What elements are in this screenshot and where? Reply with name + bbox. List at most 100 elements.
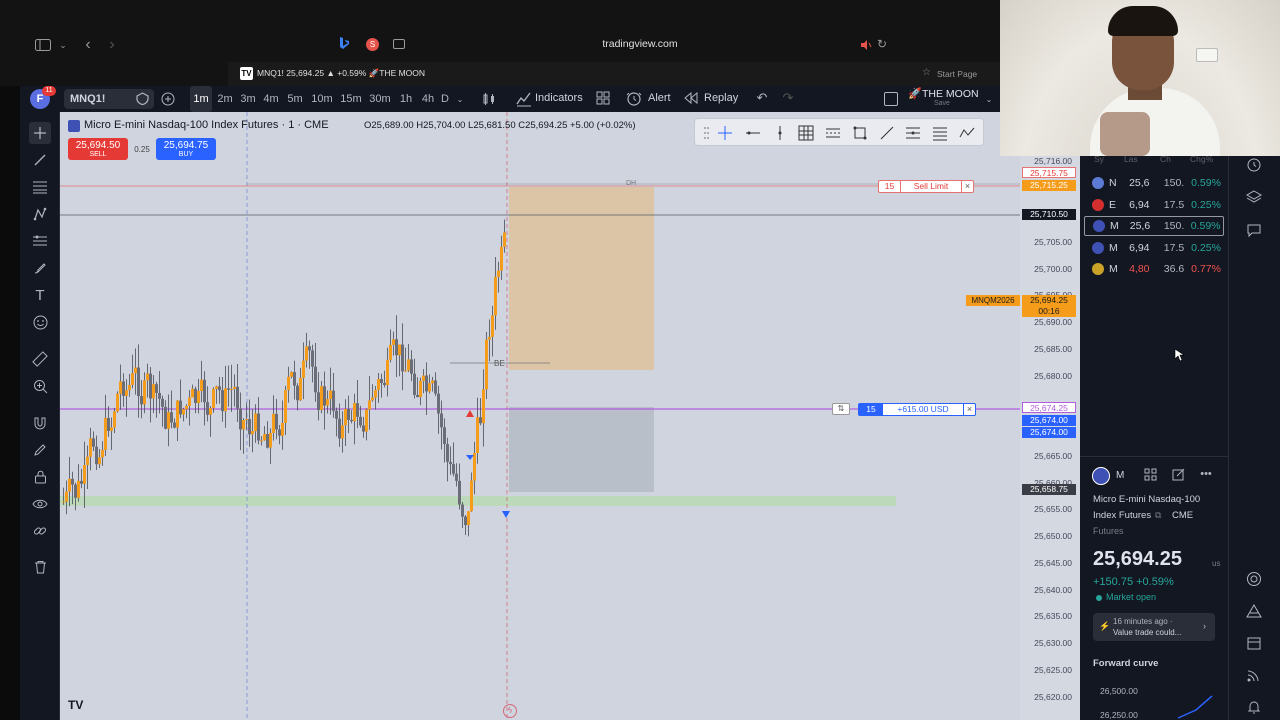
text-tool-icon[interactable]: T	[29, 284, 51, 306]
grid-icon[interactable]	[798, 125, 814, 141]
star-icon[interactable]: ☆	[922, 67, 934, 79]
page-icon[interactable]	[393, 38, 405, 50]
mute-icon[interactable]	[860, 39, 872, 51]
timeframe-4h[interactable]: 4h	[417, 86, 439, 112]
bing-icon[interactable]	[338, 36, 352, 52]
timeframe-30m[interactable]: 30m	[367, 86, 393, 112]
forward-icon[interactable]: ›	[104, 36, 120, 54]
layout-icon[interactable]	[884, 92, 898, 106]
timeframe-1h[interactable]: 1h	[396, 86, 416, 112]
compare-add-icon[interactable]	[160, 91, 176, 107]
alert-button[interactable]: Alert	[648, 92, 671, 106]
layout-name[interactable]: THE MOON	[922, 88, 982, 100]
chat-icon[interactable]	[1243, 219, 1265, 241]
close-icon[interactable]: ×	[963, 404, 975, 415]
timeframe-d[interactable]: D	[438, 86, 452, 112]
crosshair-icon[interactable]	[717, 125, 733, 141]
brush-icon[interactable]	[29, 257, 51, 279]
magnet-icon[interactable]	[29, 412, 51, 434]
reload-icon[interactable]: ↻	[875, 37, 889, 51]
calendar-icon[interactable]	[1243, 632, 1265, 654]
zigzag-icon[interactable]	[959, 125, 975, 141]
start-page-label[interactable]: Start Page	[937, 69, 997, 81]
candle-type-icon[interactable]	[482, 92, 496, 106]
chevron-down-icon[interactable]: ⌄	[455, 92, 465, 106]
crosshair-icon[interactable]	[29, 122, 51, 144]
timeframe-15m[interactable]: 15m	[338, 86, 364, 112]
timeframe-1m[interactable]: 1m	[190, 86, 212, 112]
pattern-icon[interactable]	[29, 203, 51, 225]
watchlist-row[interactable]: M 25,6 150. 0.59%	[1084, 216, 1224, 236]
ruler-icon[interactable]	[29, 348, 51, 370]
reverse-icon[interactable]: ⇅	[832, 403, 850, 415]
layout-save[interactable]: Save	[934, 100, 964, 109]
forward-curve-title[interactable]: Forward curve	[1093, 658, 1158, 669]
target-icon[interactable]	[1243, 568, 1265, 590]
replay-icon[interactable]	[684, 91, 700, 107]
timeframe-4m[interactable]: 4m	[260, 86, 282, 112]
extension-icon[interactable]: S	[366, 38, 379, 51]
broadcast-icon[interactable]	[1243, 664, 1265, 686]
chart-title[interactable]: Micro E-mini Nasdaq-100 Index Futures · …	[84, 119, 329, 133]
rectangle-icon[interactable]	[852, 125, 868, 141]
trend-line-icon[interactable]	[29, 149, 51, 171]
url-field[interactable]: tradingview.com	[560, 38, 720, 52]
buy-button[interactable]: 25,694.75 BUY	[156, 138, 216, 160]
external-link-icon[interactable]: ⧉	[1155, 510, 1161, 521]
replay-button[interactable]: Replay	[704, 92, 738, 106]
fib-icon[interactable]	[29, 176, 51, 198]
pencil-lock-icon[interactable]	[29, 439, 51, 461]
templates-icon[interactable]	[596, 91, 612, 107]
chevron-down-icon[interactable]: ⌄	[58, 38, 68, 52]
grid-icon[interactable]	[1144, 468, 1158, 482]
candle-body	[314, 366, 317, 393]
watchlist-row[interactable]: M 6,94 17.5 0.25%	[1084, 238, 1224, 258]
edit-icon[interactable]	[1172, 468, 1186, 482]
trash-icon[interactable]	[29, 556, 51, 578]
symbol-search[interactable]: MNQ1!	[64, 89, 154, 109]
sidebar-toggle-icon[interactable]	[34, 36, 52, 54]
horizontal-ray-icon[interactable]	[745, 125, 761, 141]
news-card[interactable]: ⚡ 16 minutes ago · Value trade could... …	[1093, 613, 1215, 641]
indicators-button[interactable]: Indicators	[535, 92, 583, 106]
price-axis[interactable]: 25,716.00 25,705.00 25,700.00 25,690.00 …	[1020, 112, 1080, 720]
alert-clock-icon[interactable]	[626, 91, 642, 107]
chart-pane[interactable]: Micro E-mini Nasdaq-100 Index Futures · …	[60, 112, 1080, 720]
indicators-icon[interactable]	[516, 91, 532, 107]
timeframe-10m[interactable]: 10m	[309, 86, 335, 112]
watchlist-row[interactable]: E 6,94 17.5 0.25%	[1084, 195, 1224, 215]
forecast-icon[interactable]	[29, 230, 51, 252]
details-symbol[interactable]: M	[1116, 470, 1124, 481]
timeframe-2m[interactable]: 2m	[214, 86, 236, 112]
browser-tab[interactable]: TV MNQ1! 25,694.25 ▲ +0.59% 🚀THE MOON ☆ …	[228, 62, 1000, 86]
bell-icon[interactable]	[1243, 696, 1265, 718]
undo-icon[interactable]: ↶	[754, 90, 770, 106]
price-chart[interactable]	[60, 112, 1080, 720]
link-icon[interactable]	[29, 520, 51, 542]
lightning-icon[interactable]: ϟ	[503, 704, 517, 718]
lock-icon[interactable]	[29, 466, 51, 488]
close-icon[interactable]: ×	[961, 181, 973, 192]
layers-icon[interactable]	[1243, 186, 1265, 208]
eye-icon[interactable]	[29, 493, 51, 515]
timeframe-3m[interactable]: 3m	[237, 86, 259, 112]
channel-icon[interactable]	[825, 125, 841, 141]
sell-limit-order[interactable]: 15 Sell Limit ×	[878, 180, 974, 193]
zoom-in-icon[interactable]	[29, 375, 51, 397]
vertical-line-icon[interactable]	[772, 125, 788, 141]
more-icon[interactable]: •••	[1198, 468, 1214, 482]
fib-icon[interactable]	[905, 125, 921, 141]
trend-line-icon[interactable]	[879, 125, 895, 141]
lines-icon[interactable]	[932, 125, 948, 141]
watchlist-row[interactable]: N 25,6 150. 0.59%	[1084, 173, 1224, 193]
chevron-down-icon[interactable]: ⌄	[984, 92, 994, 106]
alert-clock-icon[interactable]	[1243, 154, 1265, 176]
back-icon[interactable]: ‹	[80, 36, 96, 54]
sell-button[interactable]: 25,694.50 SELL	[68, 138, 128, 160]
position-order[interactable]: 15 +615.00 USD ×	[858, 403, 976, 416]
pyramid-icon[interactable]	[1243, 600, 1265, 622]
redo-icon[interactable]: ↷	[780, 90, 796, 106]
emoji-icon[interactable]	[29, 311, 51, 333]
watchlist-row[interactable]: M 4,80 36.6 0.77%	[1084, 259, 1224, 279]
timeframe-5m[interactable]: 5m	[284, 86, 306, 112]
